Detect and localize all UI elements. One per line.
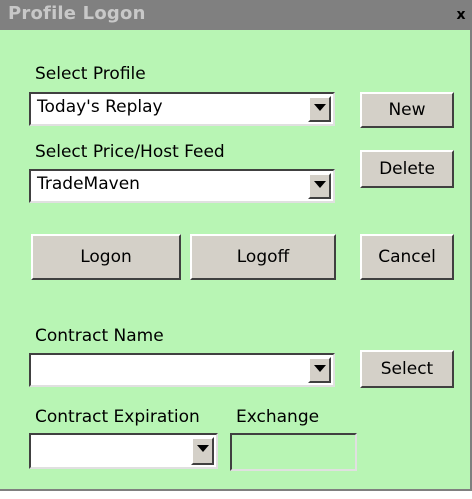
- chevron-down-icon: [197, 445, 209, 452]
- profile-select[interactable]: Today's Replay: [29, 92, 335, 126]
- feed-dropdown-button[interactable]: [308, 173, 331, 199]
- contract-name-label: Contract Name: [35, 326, 164, 346]
- profile-select-value: Today's Replay: [37, 97, 163, 117]
- delete-button[interactable]: Delete: [360, 150, 454, 188]
- contract-dropdown-button[interactable]: [308, 357, 331, 383]
- contract-expiration-select[interactable]: [29, 433, 218, 469]
- chevron-down-icon: [314, 365, 326, 372]
- window-title: Profile Logon: [8, 3, 146, 24]
- profile-logon-dialog: Profile Logon x Select Profile Today's R…: [0, 0, 472, 491]
- exchange-field[interactable]: [230, 433, 357, 471]
- contract-expiration-label: Contract Expiration: [35, 407, 200, 427]
- logoff-button[interactable]: Logoff: [190, 234, 336, 280]
- contract-name-select[interactable]: [29, 353, 335, 387]
- title-bar[interactable]: Profile Logon x: [0, 0, 470, 30]
- profile-dropdown-button[interactable]: [308, 96, 331, 122]
- expiration-dropdown-button[interactable]: [191, 437, 214, 465]
- chevron-down-icon: [314, 181, 326, 188]
- close-icon[interactable]: x: [454, 8, 468, 22]
- cancel-button[interactable]: Cancel: [360, 234, 454, 280]
- feed-select[interactable]: TradeMaven: [29, 169, 335, 203]
- select-feed-label: Select Price/Host Feed: [35, 142, 225, 162]
- logon-button[interactable]: Logon: [31, 234, 181, 280]
- new-button[interactable]: New: [360, 92, 454, 128]
- feed-select-value: TradeMaven: [37, 174, 140, 194]
- exchange-label: Exchange: [236, 407, 320, 427]
- chevron-down-icon: [314, 104, 326, 111]
- select-button[interactable]: Select: [360, 350, 454, 388]
- select-profile-label: Select Profile: [35, 64, 146, 84]
